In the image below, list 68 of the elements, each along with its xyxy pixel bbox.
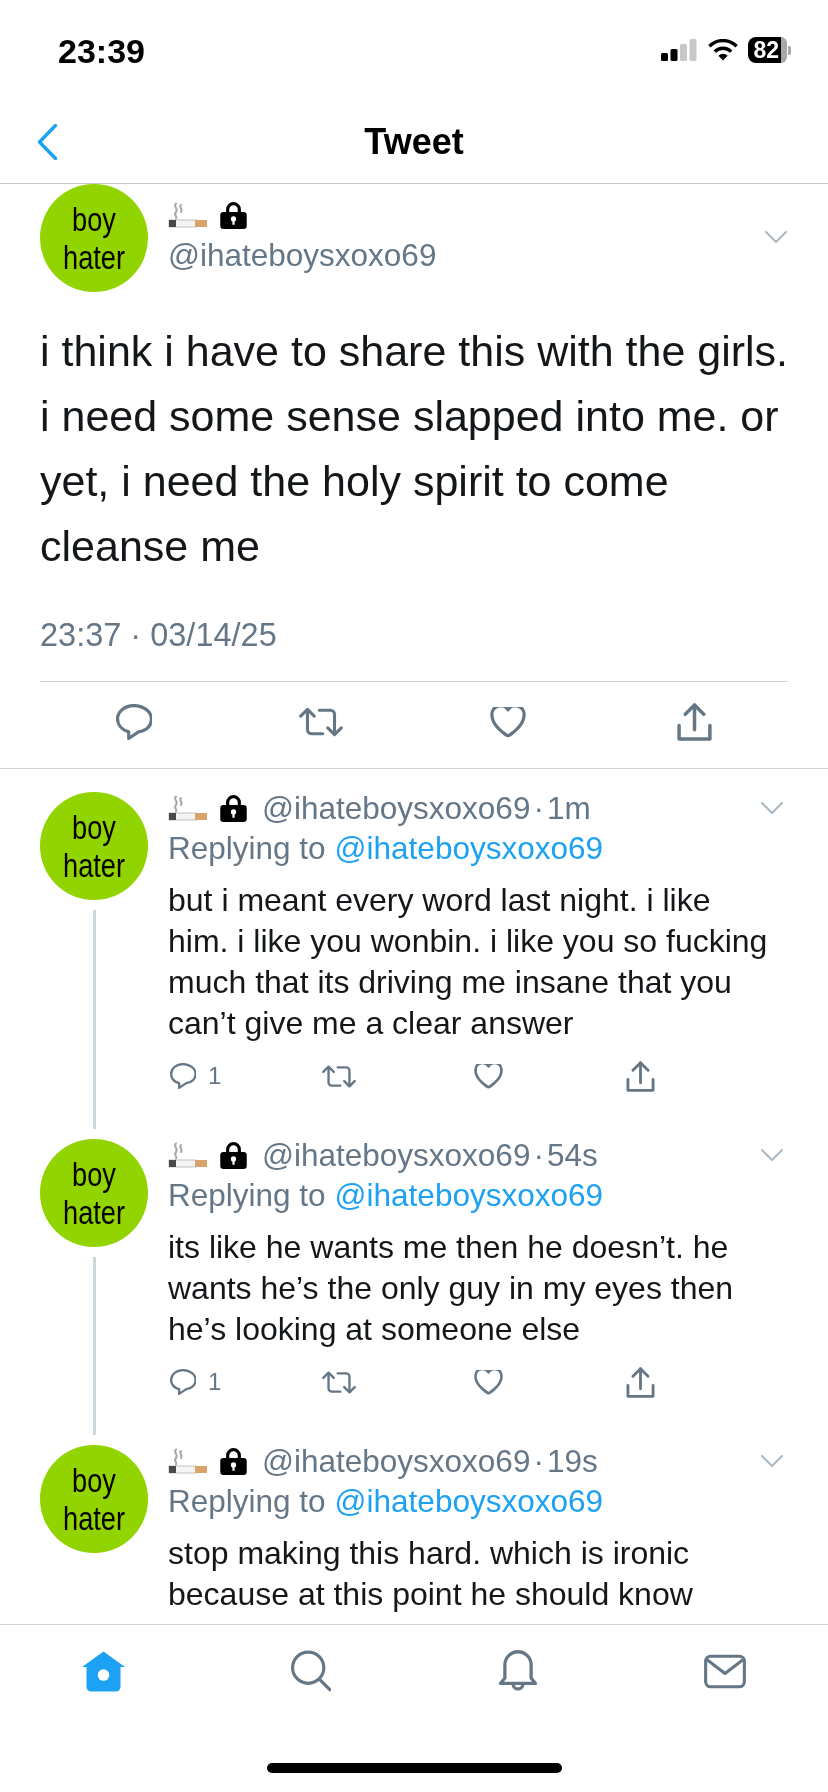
mention-link[interactable]: @ihateboysxoxo69 (334, 830, 603, 866)
reply-button[interactable] (115, 704, 152, 740)
reply-text: its like he wants me then he doesn’t. he wants he’s the only guy in my eyes then he’s looking at someone else (168, 1228, 735, 1349)
separator-dot: · (533, 789, 544, 828)
share-icon (626, 1366, 655, 1398)
share-icon (677, 703, 712, 741)
share-button[interactable] (677, 703, 712, 741)
wifi-icon (707, 39, 740, 61)
separator-dot: · (533, 1136, 544, 1175)
tweet-timestamp: 23:37 · 03/14/25 (40, 616, 277, 655)
bell-icon (497, 1650, 538, 1692)
notifications-tab[interactable] (497, 1650, 538, 1692)
repeat-arrows-icon (298, 707, 343, 737)
cigarette-icon (168, 1448, 208, 1474)
replying-to-text: Replying to @ihateboysxoxo69 (168, 1176, 603, 1215)
share-icon (626, 1060, 655, 1092)
user-handle: @ihateboysxoxo69 (262, 1136, 531, 1175)
search-tab[interactable] (290, 1650, 331, 1692)
avatar-text: boy hater (62, 808, 126, 884)
retweet-button[interactable] (298, 707, 343, 737)
share-button[interactable] (626, 1366, 655, 1398)
like-button[interactable] (474, 1063, 503, 1089)
repeat-arrows-icon (322, 1064, 356, 1088)
heart-icon (474, 1369, 503, 1395)
tweet-time: 19s (546, 1442, 598, 1481)
cigarette-icon (168, 1142, 208, 1168)
reply-button[interactable]: 1 (170, 1063, 222, 1089)
tweet-time: 1m (546, 789, 591, 828)
reply-text: but i meant every word last night. i like him. i like you wonbin. i like you so fucking much that its driving me insane that you can’t give me a clear answer (168, 881, 769, 1043)
cigarette-icon (168, 202, 208, 228)
battery-indicator: 82 (748, 37, 791, 63)
mention-link[interactable]: @ihateboysxoxo69 (334, 1483, 603, 1519)
share-button[interactable] (626, 1060, 655, 1092)
reply-button[interactable]: 1 (170, 1369, 222, 1395)
heart-icon (489, 706, 526, 738)
back-button[interactable] (37, 123, 58, 160)
speech-bubble-icon (115, 704, 152, 740)
status-time: 23:39 (58, 34, 145, 68)
user-handle: @ihateboysxoxo69 (262, 789, 531, 828)
avatar-text: boy hater (62, 1461, 126, 1537)
replying-to-text: Replying to @ihateboysxoxo69 (168, 1482, 603, 1521)
reply-text: stop making this hard. which is ironic because at this point he should know (168, 1534, 694, 1614)
retweet-button[interactable] (322, 1370, 356, 1394)
speech-bubble-icon (170, 1063, 196, 1089)
house-icon (82, 1650, 125, 1692)
heart-icon (474, 1063, 503, 1089)
mention-link[interactable]: @ihateboysxoxo69 (334, 1177, 603, 1213)
cigarette-icon (168, 795, 208, 821)
signal-icon (661, 39, 698, 61)
envelope-icon (703, 1652, 746, 1690)
repeat-arrows-icon (322, 1370, 356, 1394)
user-handle: @ihateboysxoxo69 (262, 1442, 531, 1481)
chevron-left-icon (37, 123, 58, 160)
replying-to-text: Replying to @ihateboysxoxo69 (168, 829, 603, 868)
like-button[interactable] (474, 1369, 503, 1395)
messages-tab[interactable] (703, 1652, 746, 1690)
tweet-text: i think i have to share this with the girls. i need some sense slapped into me. or yet, i need the holy spirit to come cleanse me (40, 326, 790, 572)
like-button[interactable] (489, 706, 526, 738)
avatar-text: boy hater (62, 200, 126, 276)
separator-dot: · (533, 1442, 544, 1481)
page-title: Tweet (364, 121, 464, 162)
speech-bubble-icon (170, 1369, 196, 1395)
search-icon (290, 1650, 331, 1692)
retweet-button[interactable] (322, 1064, 356, 1088)
user-handle: @ihateboysxoxo69 (168, 236, 437, 275)
home-tab[interactable] (82, 1650, 125, 1692)
avatar-text: boy hater (62, 1155, 126, 1231)
tweet-time: 54s (546, 1136, 598, 1175)
